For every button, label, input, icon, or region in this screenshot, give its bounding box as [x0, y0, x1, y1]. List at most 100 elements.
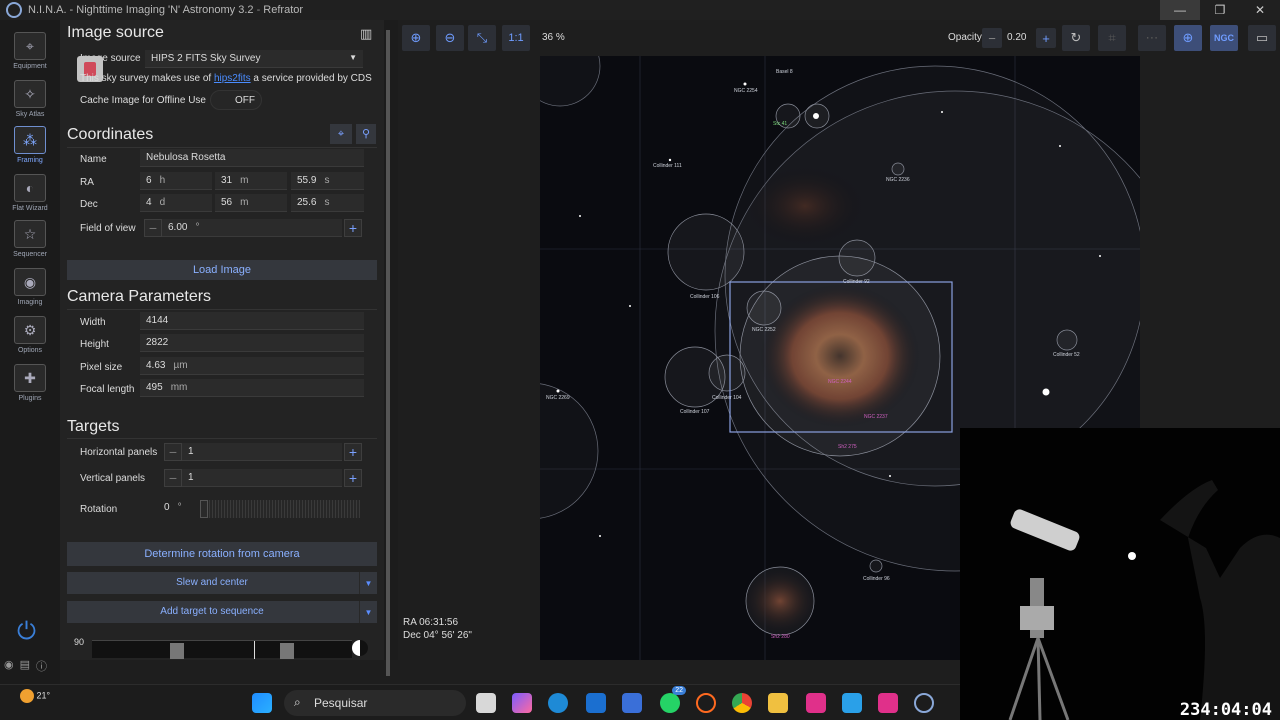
focal-length-label: Focal length: [80, 384, 135, 395]
map-toolbar: ⊕ ⊖ ⤡ 1:1 36 % Opacity − 0.20 + ↻ ⌗ ⋯ ⊕ …: [398, 20, 1280, 56]
file-explorer-icon[interactable]: [768, 693, 788, 713]
vpanels-increment-button[interactable]: +: [344, 469, 362, 487]
ra-hours-input[interactable]: 6h: [140, 172, 212, 190]
dec-degrees-input[interactable]: 4d: [140, 194, 212, 212]
nav-sky-atlas[interactable]: ✧ Sky Atlas: [0, 80, 60, 118]
rotation-value[interactable]: 0 °: [164, 502, 182, 513]
zoom-out-icon[interactable]: ⊖: [436, 25, 464, 51]
opacity-increment-button[interactable]: +: [1036, 28, 1056, 48]
cache-toggle[interactable]: OFF: [210, 90, 262, 110]
weather-widget[interactable]: 21°: [20, 689, 50, 703]
twilight-band: [280, 643, 294, 659]
camera-height-input[interactable]: 2822: [140, 334, 364, 352]
one-to-one-button[interactable]: 1:1: [502, 25, 530, 51]
stars-list-icon: ☆: [14, 220, 46, 248]
hpanels-input[interactable]: 1: [182, 443, 342, 461]
gears-icon: ⚙: [14, 316, 46, 344]
chrome-icon[interactable]: [732, 693, 752, 713]
hpanels-increment-button[interactable]: +: [344, 443, 362, 461]
zoom-in-icon[interactable]: ⊕: [402, 25, 430, 51]
book-icon[interactable]: ▤: [20, 658, 30, 674]
task-view-icon[interactable]: [476, 693, 496, 713]
vpanels-decrement-button[interactable]: −: [164, 469, 182, 487]
image-source-value: HIPS 2 FITS Sky Survey: [151, 53, 261, 64]
info-icon[interactable]: ⓘ: [36, 658, 47, 674]
slider-handle[interactable]: [200, 500, 208, 518]
divider: [67, 147, 377, 148]
app-icon[interactable]: [842, 693, 862, 713]
fov-input[interactable]: 6.00 °: [162, 219, 342, 237]
constellation-lines-icon[interactable]: ⋯: [1138, 25, 1166, 51]
dec-seconds-input[interactable]: 25.6 s: [291, 194, 364, 212]
ngc-toggle-button[interactable]: NGC: [1210, 25, 1238, 51]
slew-center-button[interactable]: Slew and center ▼: [67, 572, 377, 594]
map-overlay-icon[interactable]: ▭: [1248, 25, 1276, 51]
vpanels-input[interactable]: 1: [182, 469, 342, 487]
hpanels-decrement-button[interactable]: −: [164, 443, 182, 461]
ra-minutes-input[interactable]: 31 m: [215, 172, 287, 190]
chevron-down-icon: ▼: [349, 53, 357, 62]
nav-sequencer[interactable]: ☆ Sequencer: [0, 220, 60, 258]
ra-seconds-input[interactable]: 55.9 s: [291, 172, 364, 190]
app-icon[interactable]: [622, 693, 642, 713]
nav-flat-wizard[interactable]: ◐ Flat Wizard: [0, 174, 60, 212]
focal-length-input[interactable]: 495 mm: [140, 379, 364, 397]
section-coordinates-title: Coordinates: [67, 126, 154, 143]
office-icon[interactable]: [696, 693, 716, 713]
scrollbar-thumb[interactable]: [386, 30, 390, 676]
determine-rotation-button[interactable]: Determine rotation from camera: [67, 542, 377, 566]
dec-minutes-input[interactable]: 56 m: [215, 194, 287, 212]
nina-taskbar-icon[interactable]: [914, 693, 934, 713]
telescope-coords-icon[interactable]: ⌖: [330, 124, 352, 144]
nav-imaging[interactable]: ◉ Imaging: [0, 268, 60, 306]
camera-width-input[interactable]: 4144: [140, 312, 364, 330]
edge-icon[interactable]: [548, 693, 568, 713]
fov-decrement-button[interactable]: −: [144, 219, 162, 237]
rotation-slider[interactable]: [200, 500, 360, 518]
power-icon[interactable]: ⏻: [17, 618, 36, 646]
nav-plugins[interactable]: ✚ Plugins: [0, 364, 60, 402]
opacity-decrement-button[interactable]: −: [982, 28, 1002, 48]
grid-globe-icon[interactable]: ⊕: [1174, 25, 1202, 51]
maximize-button[interactable]: ❐: [1200, 0, 1240, 20]
temperature: 21°: [36, 690, 51, 701]
sky-label: NGC 2252: [752, 327, 776, 333]
framing-panel: Image source ▥ Image source HIPS 2 FITS …: [60, 20, 384, 660]
close-button[interactable]: ✕: [1240, 0, 1280, 20]
minimize-button[interactable]: —: [1160, 0, 1200, 20]
open-book-icon[interactable]: ▥: [360, 26, 372, 42]
nav-equipment[interactable]: ⌖ Equipment: [0, 32, 60, 70]
windows-start-icon[interactable]: [252, 693, 272, 713]
panel-scrollbar[interactable]: [384, 20, 398, 676]
height-label: Height: [80, 339, 109, 350]
nav-options[interactable]: ⚙ Options: [0, 316, 60, 354]
taskbar-search[interactable]: ⌕ Pesquisar: [284, 690, 466, 716]
whatsapp-icon[interactable]: 22: [660, 686, 686, 713]
chevron-down-icon[interactable]: ▼: [359, 572, 377, 594]
location-pin-icon[interactable]: ⚲: [356, 124, 376, 144]
section-targets-title: Targets: [67, 418, 120, 435]
add-target-button[interactable]: Add target to sequence ▼: [67, 601, 377, 623]
fit-to-screen-icon[interactable]: ⤡: [468, 25, 496, 51]
pixel-size-input[interactable]: 4.63 µm: [140, 357, 364, 375]
load-image-button[interactable]: Load Image: [67, 260, 377, 280]
app-icon[interactable]: [878, 693, 898, 713]
sky-label: Collinder 111: [653, 163, 682, 169]
fov-increment-button[interactable]: +: [344, 219, 362, 237]
opacity-value[interactable]: 0.20: [1007, 32, 1026, 43]
constellation-boundaries-icon[interactable]: ⌗: [1098, 25, 1126, 51]
target-name-input[interactable]: Nebulosa Rosetta: [140, 149, 364, 167]
rotate-icon[interactable]: ↻: [1062, 25, 1090, 51]
eye-icon[interactable]: ◉: [4, 658, 14, 674]
image-source-select[interactable]: HIPS 2 FITS Sky Survey ▼: [145, 50, 363, 68]
chevron-down-icon[interactable]: ▼: [359, 601, 377, 623]
app-icon[interactable]: [806, 693, 826, 713]
store-icon[interactable]: [586, 693, 606, 713]
nav-label: Flat Wizard: [12, 205, 48, 212]
sky-label: NGC 2269: [546, 395, 570, 401]
section-image-source-title: Image source: [67, 24, 164, 41]
hips2fits-link[interactable]: hips2fits: [214, 73, 251, 84]
copilot-icon[interactable]: [512, 693, 532, 713]
nav-framing[interactable]: ⁂ Framing: [0, 126, 60, 164]
sky-label: Collinder 96: [863, 576, 890, 582]
